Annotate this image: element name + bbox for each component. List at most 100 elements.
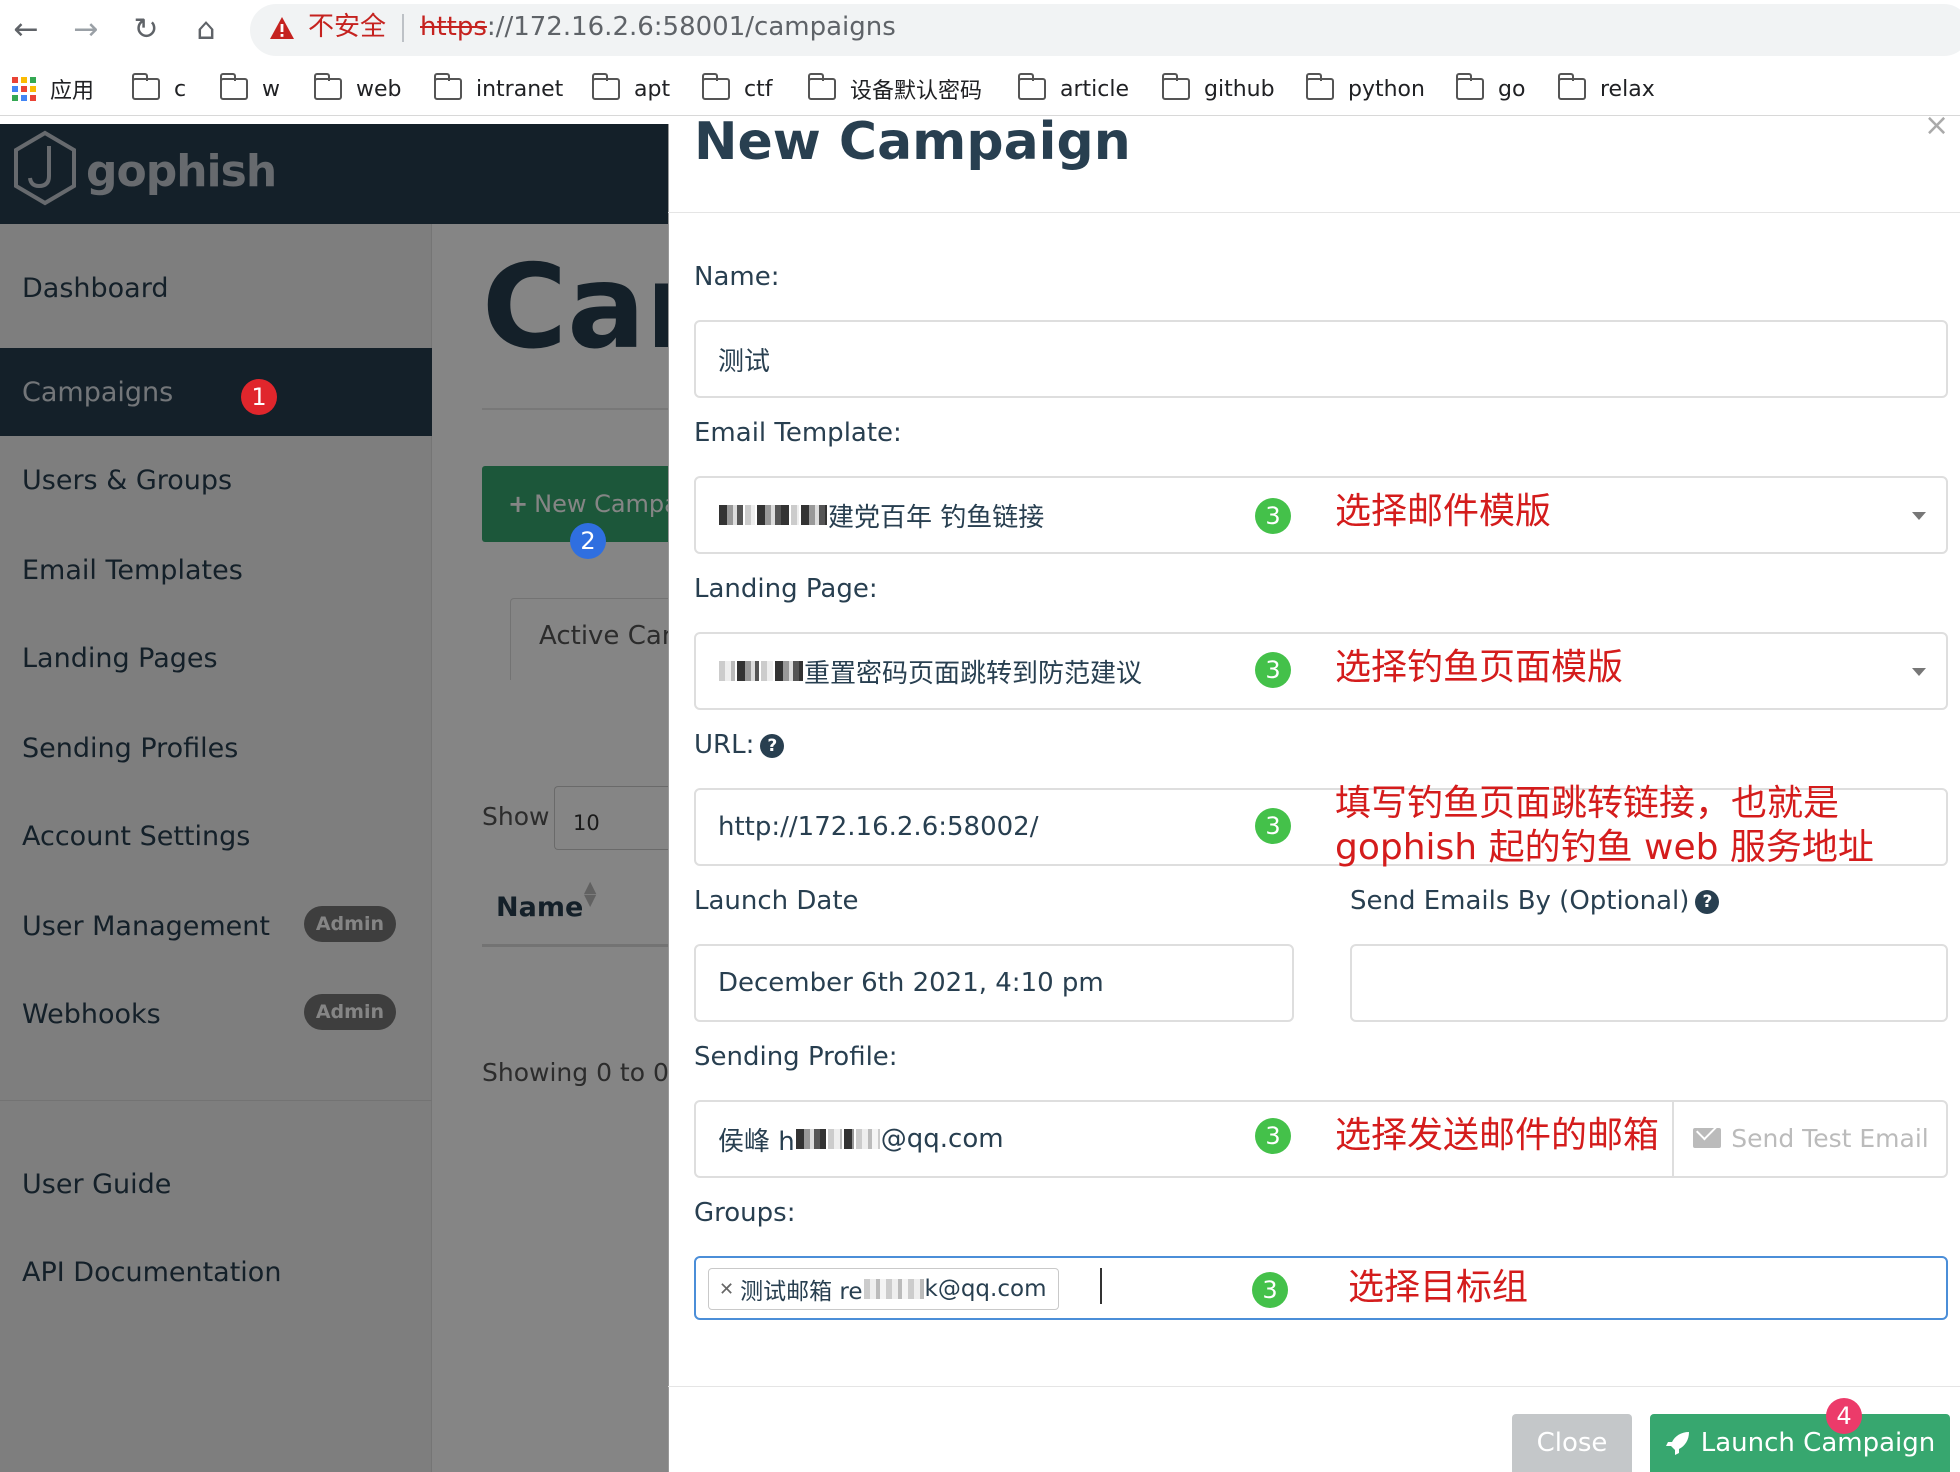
bookmark-label: intranet <box>476 76 564 102</box>
email-template-label: Email Template: <box>694 418 902 448</box>
bookmark-folder-github[interactable]: github <box>1161 72 1275 106</box>
bookmark-label: 设备默认密码 <box>850 79 983 104</box>
bookmark-folder-intranet[interactable]: intranet <box>433 72 564 106</box>
step-badge-3: 3 <box>1255 808 1291 844</box>
browser-toolbar: ← → ↻ ⌂ 不安全 https://172.16.2.6:58001/cam… <box>0 0 1960 60</box>
redacted-text <box>863 1279 924 1299</box>
url-scheme: https <box>420 12 487 42</box>
bookmark-folder-passwords[interactable]: 设备默认密码 <box>807 72 983 106</box>
redacted-text <box>775 661 803 681</box>
folder-icon <box>701 73 730 100</box>
bookmark-apps[interactable]: 应用 <box>12 72 94 106</box>
send-test-email-button[interactable]: Send Test Email <box>1672 1100 1948 1176</box>
question-icon[interactable]: ? <box>1695 889 1720 914</box>
folder-icon <box>219 73 248 100</box>
folder-icon <box>313 73 342 100</box>
modal-footer-divider <box>668 1386 1960 1387</box>
bookmark-folder-python[interactable]: python <box>1305 72 1425 106</box>
send-by-label-text: Send Emails By (Optional) <box>1350 886 1690 916</box>
annotation-sending-profile: 选择发送邮件的邮箱 <box>1335 1115 1660 1156</box>
folder-icon <box>1161 73 1190 100</box>
launch-date-label: Launch Date <box>694 886 859 916</box>
folder-icon <box>1305 73 1334 100</box>
url-label-text: URL: <box>694 730 755 760</box>
email-template-value: 建党百年 钓鱼链接 <box>828 502 1045 533</box>
bookmark-label: python <box>1348 76 1425 102</box>
launch-date-value: December 6th 2021, 4:10 pm <box>718 968 1104 998</box>
url-text[interactable]: https://172.16.2.6:58001/campaigns <box>420 10 896 44</box>
folder-icon <box>131 73 160 100</box>
bookmark-label: web <box>356 76 402 102</box>
redacted-text <box>719 661 735 681</box>
landing-page-select[interactable]: 重置密码页面跳转到防范建议 <box>694 632 1948 710</box>
url-path: ://172.16.2.6:58001/campaigns <box>486 12 896 42</box>
bookmarks-bar: 应用 c w web intranet apt ctf 设备默认密码 artic… <box>0 64 1960 116</box>
bookmark-folder-c[interactable]: c <box>131 72 187 106</box>
bookmark-label: apt <box>634 76 671 102</box>
landing-page-label: Landing Page: <box>694 574 878 604</box>
step-badge-4: 4 <box>1826 1398 1862 1434</box>
apps-grid-icon <box>12 77 36 101</box>
chevron-down-icon <box>1912 512 1926 520</box>
rocket-icon <box>1665 1432 1689 1455</box>
launch-date-field[interactable]: December 6th 2021, 4:10 pm <box>694 944 1294 1022</box>
close-icon[interactable]: × <box>1924 108 1949 143</box>
reload-icon[interactable]: ↻ <box>126 10 166 50</box>
modal-backdrop[interactable] <box>0 124 668 1472</box>
modal-title: New Campaign <box>694 112 1131 172</box>
bookmark-folder-ctf[interactable]: ctf <box>701 72 772 106</box>
bookmark-label: c <box>174 76 187 102</box>
url-label: URL:? <box>694 730 785 760</box>
name-field[interactable]: 测试 <box>694 320 1948 398</box>
redacted-text <box>745 505 755 525</box>
redacted-text <box>761 661 773 681</box>
sending-profile-label: Sending Profile: <box>694 1042 898 1072</box>
annotation-url-line2: gophish 起的钓鱼 web 服务地址 <box>1335 827 1874 868</box>
folder-icon <box>591 73 620 100</box>
remove-tag-icon[interactable]: ✕ <box>719 1279 734 1300</box>
bookmark-folder-w[interactable]: w <box>219 72 280 106</box>
question-icon[interactable]: ? <box>760 733 785 758</box>
annotation-email-template: 选择邮件模版 <box>1335 491 1552 532</box>
bookmark-folder-apt[interactable]: apt <box>591 72 671 106</box>
bookmark-folder-go[interactable]: go <box>1455 72 1525 106</box>
warning-icon <box>270 17 294 39</box>
send-test-email-label: Send Test Email <box>1731 1123 1929 1153</box>
security-warning[interactable]: 不安全 <box>308 10 386 44</box>
redacted-text <box>791 505 799 525</box>
step-badge-2: 2 <box>570 523 606 559</box>
folder-icon <box>1455 73 1484 100</box>
bookmark-folder-relax[interactable]: relax <box>1557 72 1655 106</box>
bookmark-label: w <box>262 76 280 102</box>
redacted-text <box>801 505 827 525</box>
step-badge-1: 1 <box>241 379 277 415</box>
modal-header-divider <box>668 212 1960 213</box>
group-tag[interactable]: ✕ 测试邮箱 re k@qq.com <box>708 1268 1060 1310</box>
home-icon[interactable]: ⌂ <box>186 10 226 50</box>
envelope-icon <box>1693 1128 1722 1148</box>
bookmark-label: article <box>1060 76 1130 102</box>
bookmark-folder-web[interactable]: web <box>313 72 402 106</box>
bookmark-label: github <box>1204 76 1275 102</box>
forward-icon[interactable]: → <box>66 10 106 50</box>
send-by-label: Send Emails By (Optional)? <box>1350 886 1720 916</box>
name-value: 测试 <box>718 346 771 377</box>
folder-icon <box>807 73 836 100</box>
annotation-url-line1: 填写钓鱼页面跳转链接，也就是 <box>1335 783 1840 824</box>
folder-icon <box>1017 73 1046 100</box>
sending-profile-suffix: @qq.com <box>880 1124 1004 1154</box>
sending-profile-prefix: 侯峰 h <box>718 1126 795 1157</box>
step-badge-3: 3 <box>1255 498 1291 534</box>
name-label: Name: <box>694 262 780 292</box>
launch-campaign-button[interactable]: Launch Campaign <box>1650 1414 1950 1472</box>
email-template-select[interactable]: 建党百年 钓鱼链接 <box>694 476 1948 554</box>
group-tag-suffix: k@qq.com <box>924 1276 1047 1302</box>
url-separator <box>402 14 404 42</box>
send-by-field[interactable] <box>1350 944 1948 1022</box>
back-icon[interactable]: ← <box>6 10 46 50</box>
close-button[interactable]: Close <box>1512 1414 1632 1472</box>
redacted-text <box>843 1129 854 1149</box>
bookmark-folder-article[interactable]: article <box>1017 72 1130 106</box>
step-badge-3: 3 <box>1255 652 1291 688</box>
redacted-text <box>737 661 759 681</box>
